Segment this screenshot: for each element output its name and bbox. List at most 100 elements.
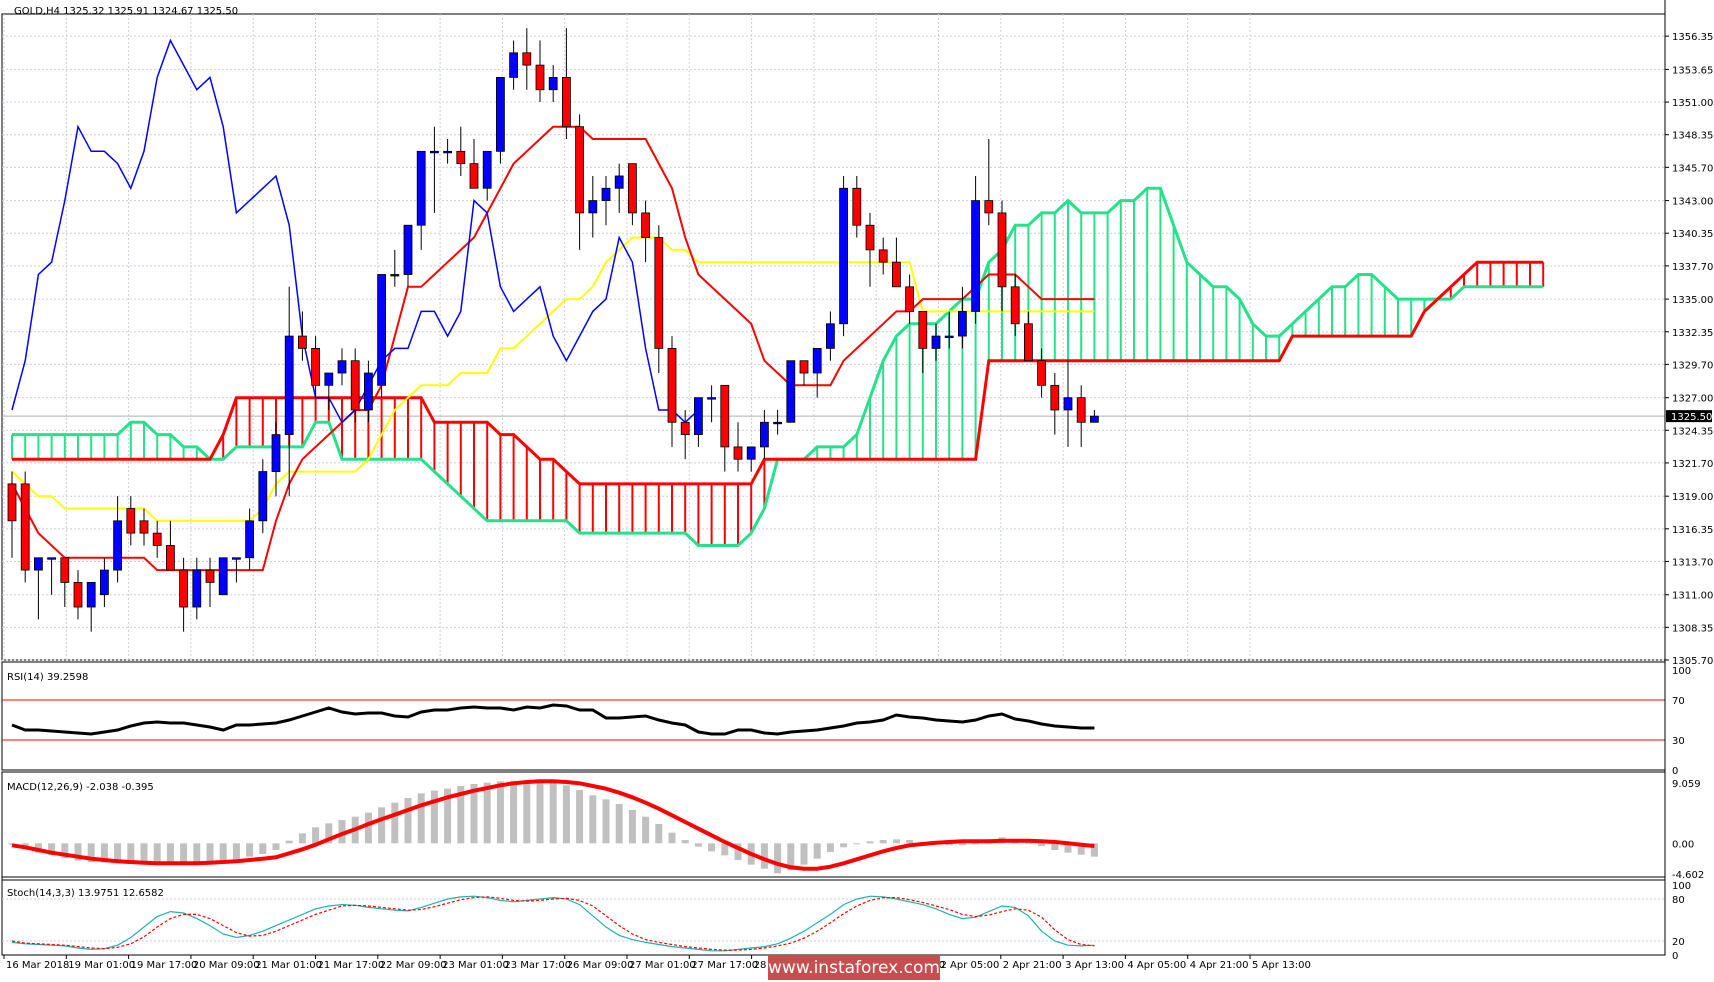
chart-canvas: 1356.35 1353.65 1351.00 1348.35 1345.70 1343.… [0,0,1714,982]
candle-body [865,224,875,251]
candle-body [47,557,56,560]
candle-body [311,347,321,386]
candle-body [707,397,716,400]
candle-body [720,384,730,448]
macd-histogram-bar [1024,842,1032,844]
candle-body [390,274,400,277]
candle-body [297,335,307,349]
candle-body [350,360,360,411]
time-label: 4 Apr 05:00 [1127,960,1186,971]
candle-body [601,187,611,201]
time-label: 22 Mar 09:00 [380,960,447,971]
stoch-scale-label: 0 [1672,951,1678,962]
macd-histogram-bar [1051,843,1059,850]
candle-body [60,557,70,583]
candle-body [522,52,532,66]
macd-histogram-bar [272,843,280,850]
candle-body [760,421,769,448]
stoch-scale-label: 20 [1672,937,1685,948]
candle-body [179,569,189,608]
macd-histogram-bar [958,843,966,846]
candle-body [73,582,83,608]
macd-histogram-bar [655,824,663,844]
candle [839,175,848,337]
candle-body [746,446,756,460]
macd-histogram-bar [853,843,861,845]
macd-histogram-bar [708,843,716,852]
macd-histogram-bar [259,843,267,854]
price-tick-label: 1308.35 [1672,623,1713,634]
candle-body [231,557,241,560]
candle-body [205,569,215,583]
candle-body [997,212,1007,288]
macd-scale-label: 0.00 [1672,839,1694,850]
macd-histogram-bar [417,793,425,844]
time-label: 23 Mar 17:00 [504,960,571,971]
candle-body [628,163,637,214]
price-tick-label: 1316.35 [1672,525,1713,536]
candle [218,557,228,596]
candle-body [799,360,809,374]
macd-histogram-bar [193,843,201,863]
macd-histogram-bar [364,812,372,844]
macd-histogram-bar [536,781,544,844]
candle-body [826,323,835,349]
price-tick-label: 1319.00 [1672,492,1713,503]
time-label: 26 Mar 09:00 [567,960,634,971]
rsi-scale-label: 70 [1672,696,1685,707]
macd-histogram-bar [972,843,980,845]
price-tick-label: 1337.70 [1672,262,1713,273]
price-tick-label: 1332.35 [1672,328,1713,339]
candle-body [469,163,479,189]
candle-body [944,335,954,338]
candle-body [192,569,202,608]
price-tick-label: 1356.35 [1672,32,1713,43]
candle-body [284,335,294,436]
macd-histogram-bar [760,843,768,869]
candle-body [416,150,426,226]
macd-scale-label: 9.059 [1672,779,1701,790]
macd-histogram-bar [774,843,782,874]
macd-scale-label: -4.602 [1672,870,1704,881]
macd-histogram-bar [562,785,570,844]
time-label: 23 Mar 01:00 [442,960,509,971]
macd-histogram-bar [312,827,320,844]
price-tick-label: 1348.35 [1672,131,1713,142]
candle-body [1024,323,1033,362]
time-label: 2 Apr 21:00 [1003,960,1062,971]
symbol-header: GOLD,H4 1325.32 1325.91 1324.67 1325.50 [14,6,238,17]
candle-body [1037,360,1046,386]
candle-body [245,520,255,559]
rsi-header: RSI(14) 39.2598 [7,672,88,683]
candle-body [34,557,43,571]
time-label: 27 Mar 17:00 [691,960,758,971]
price-tick-label: 1343.00 [1672,197,1713,208]
rsi-scale-label: 100 [1672,666,1691,677]
candle-body [548,77,558,91]
macd-histogram-bar [404,798,412,844]
macd-histogram-bar [826,843,834,852]
candle-body [482,150,492,189]
candle-body [878,249,888,263]
candle-body [905,286,914,312]
time-label: 27 Mar 01:00 [629,960,696,971]
candle-body [218,557,228,596]
price-tick-label: 1311.00 [1672,591,1713,602]
macd-histogram-bar [813,843,821,859]
macd-histogram-bar [668,832,676,844]
macd-histogram-bar [589,795,597,844]
time-label: 4 Apr 21:00 [1190,960,1249,971]
time-label: 21 Mar 01:00 [255,960,322,971]
price-tick-label: 1335.00 [1672,295,1713,306]
candle-body [20,483,30,571]
candle-body [971,200,980,312]
candle-body [377,274,387,386]
price-tick-label: 1340.35 [1672,229,1713,240]
candle [20,471,30,583]
price-tick-label: 1327.00 [1672,394,1713,405]
macd-histogram-bar [642,816,650,844]
watermark-text: www.instaforex.com [768,958,940,978]
candle-body [588,200,598,214]
macd-histogram-bar [549,782,557,844]
macd-histogram-bar [483,782,491,844]
